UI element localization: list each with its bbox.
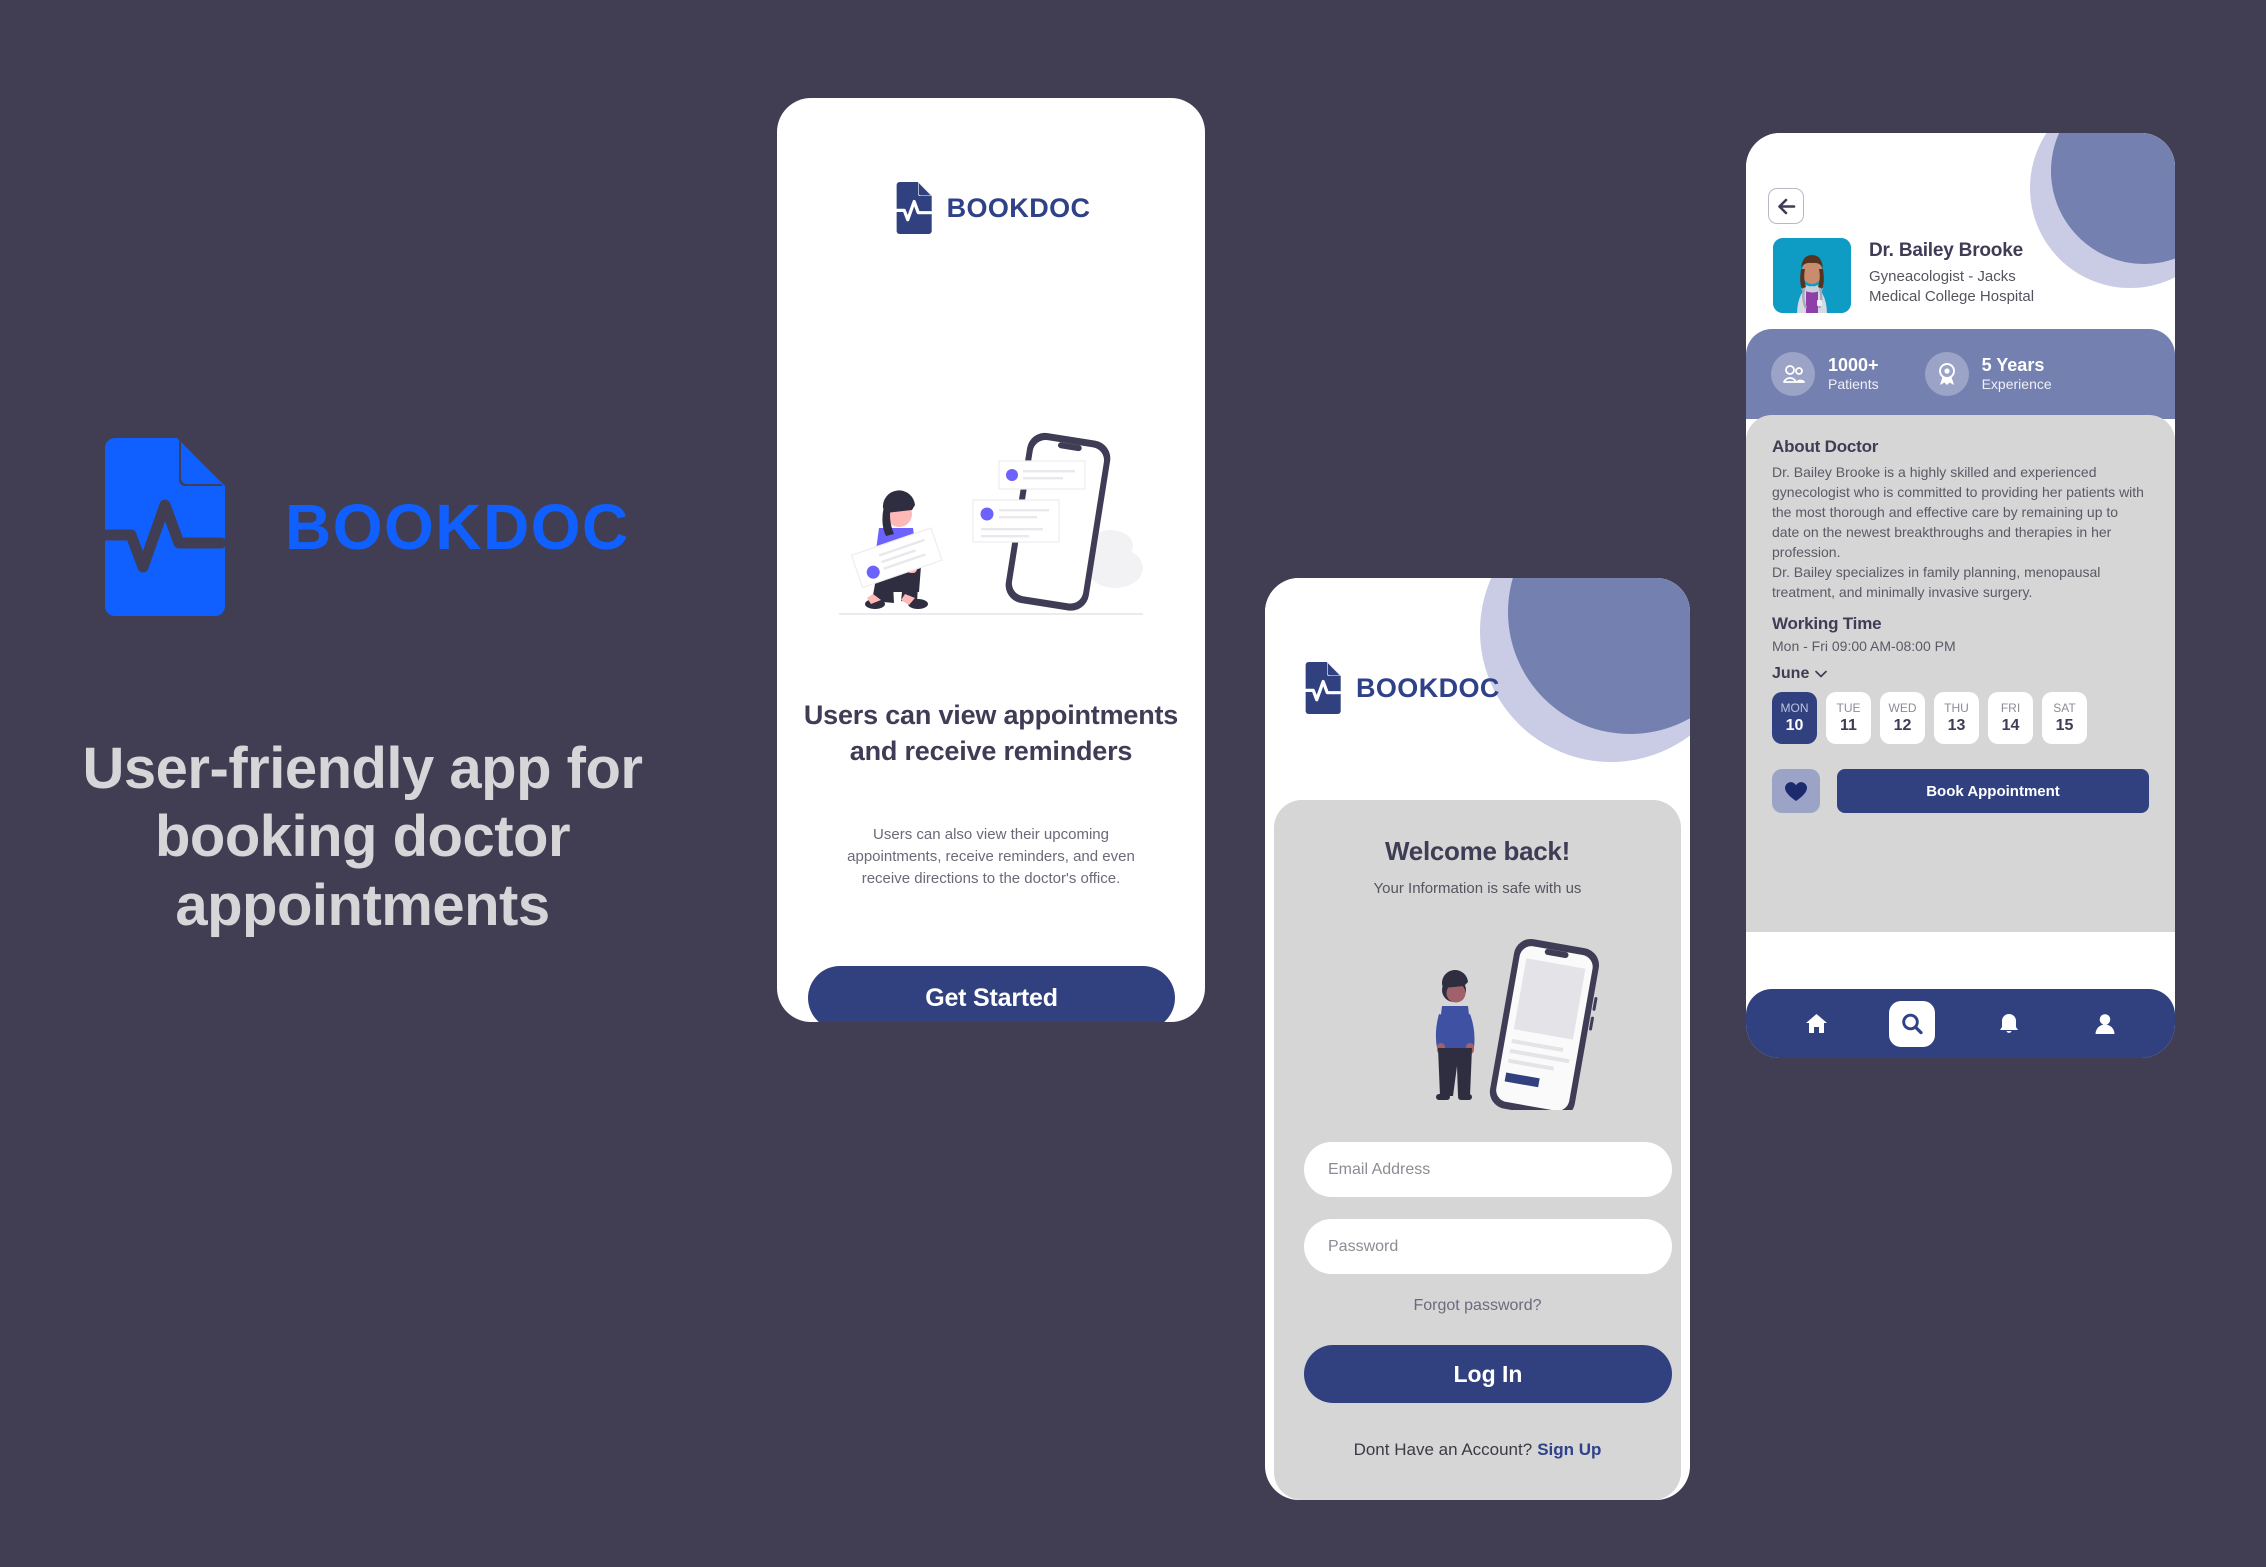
day-option[interactable]: FRI 14 — [1988, 692, 2033, 745]
day-dow: FRI — [2000, 700, 2021, 715]
login-brand: BOOKDOC — [1301, 662, 1500, 714]
stat-patients-label: Patients — [1828, 375, 1879, 392]
day-number: 13 — [1947, 716, 1966, 734]
woman-with-messages-phone-illustration — [839, 432, 1143, 615]
day-number: 11 — [1840, 716, 1857, 734]
day-dow: WED — [1888, 700, 1917, 715]
avatar — [1773, 238, 1851, 313]
chevron-down-icon — [1815, 670, 1828, 678]
doctor-specialty-line1: Gyneacologist - Jacks — [1869, 268, 2016, 285]
login-header: BOOKDOC — [1265, 578, 1690, 833]
brand-name: BOOKDOC — [946, 192, 1091, 223]
doctor-body: About Doctor Dr. Bailey Brooke is a high… — [1746, 415, 2175, 932]
doctor-profile: Dr. Bailey Brooke Gyneacologist - Jacks … — [1773, 238, 2034, 313]
heart-icon — [1785, 781, 1807, 801]
day-dow: SAT — [2053, 700, 2076, 715]
login-screen: BOOKDOC Welcome back! Your Information i… — [1265, 578, 1690, 1500]
bottom-navigation — [1746, 989, 2175, 1058]
doctor-identity: Dr. Bailey Brooke Gyneacologist - Jacks … — [1869, 238, 2034, 313]
day-option[interactable]: WED 12 — [1880, 692, 1925, 745]
doctor-stats-bar: 1000+ Patients 5 Years Experience — [1746, 329, 2175, 419]
bell-icon — [1999, 1013, 2018, 1033]
stat-patients-value: 1000+ — [1828, 355, 1879, 376]
home-icon — [1805, 1013, 1827, 1033]
log-in-button[interactable]: Log In — [1304, 1345, 1672, 1403]
nav-home[interactable] — [1793, 1001, 1839, 1047]
day-number: 10 — [1785, 716, 1804, 734]
month-label: June — [1772, 665, 1810, 683]
book-appointment-button[interactable]: Book Appointment — [1837, 769, 2149, 814]
arrow-left-icon — [1777, 198, 1795, 214]
day-dow: MON — [1780, 700, 1809, 715]
hero-logo: BOOKDOC — [97, 438, 630, 616]
working-time-heading: Working Time — [1772, 614, 1882, 634]
doctor-name: Dr. Bailey Brooke — [1869, 240, 2023, 261]
onboarding-title: Users can view appointments and receive … — [803, 700, 1179, 766]
stat-patients: 1000+ Patients — [1771, 352, 1879, 396]
nav-notifications[interactable] — [1986, 1001, 2032, 1047]
favorite-button[interactable] — [1772, 769, 1820, 814]
get-started-button[interactable]: Get Started — [808, 966, 1175, 1022]
brand-name: BOOKDOC — [1356, 672, 1500, 703]
nav-profile[interactable] — [2082, 1001, 2128, 1047]
doctor-actions: Book Appointment — [1772, 769, 2149, 814]
stat-experience-value: 5 Years — [1981, 355, 2045, 376]
hero-logo-text: BOOKDOC — [285, 491, 630, 563]
man-looking-at-phone-illustration — [1435, 939, 1600, 1110]
login-welcome-title: Welcome back! — [1385, 836, 1570, 866]
onboarding-brand: BOOKDOC — [777, 182, 1205, 234]
day-picker: MON 10 TUE 11 WED 12 THU 13 FRI 14 SAT 1… — [1772, 692, 2149, 745]
doctor-specialty-line2: Medical College Hospital — [1869, 287, 2035, 305]
doctor-header: Dr. Bailey Brooke Gyneacologist - Jacks … — [1746, 133, 2175, 345]
document-pulse-icon — [891, 182, 932, 234]
hero-tagline: User-friendly app for booking doctor app… — [82, 736, 643, 938]
day-number: 15 — [2055, 716, 2074, 734]
about-doctor-paragraph-2: Dr. Bailey specializes in family plannin… — [1772, 564, 2101, 601]
login-welcome-subtitle: Your Information is safe with us — [1373, 880, 1582, 897]
day-option[interactable]: SAT 15 — [2042, 692, 2087, 745]
day-dow: THU — [1944, 700, 1969, 715]
day-number: 14 — [2001, 716, 2020, 734]
back-button[interactable] — [1768, 188, 1804, 224]
onboarding-subtitle: Users can also view their upcoming appoi… — [847, 826, 1135, 887]
password-field[interactable] — [1304, 1219, 1672, 1274]
day-dow: TUE — [1836, 700, 1861, 715]
stat-experience-label: Experience — [1981, 375, 2052, 392]
document-pulse-icon — [97, 438, 225, 616]
nav-search[interactable] — [1889, 1000, 1936, 1047]
stat-experience: 5 Years Experience — [1924, 352, 2052, 396]
person-icon — [2095, 1013, 2115, 1034]
patients-icon — [1771, 352, 1815, 396]
document-pulse-icon — [1301, 662, 1342, 714]
sign-up-link[interactable]: Sign Up — [1537, 1440, 1601, 1459]
day-option[interactable]: MON 10 — [1772, 692, 1817, 745]
about-doctor-heading: About Doctor — [1772, 437, 1879, 456]
about-doctor-paragraph-1: Dr. Bailey Brooke is a highly skilled an… — [1772, 464, 2144, 561]
hero-panel: BOOKDOC User-friendly app for booking do… — [0, 0, 760, 1567]
award-icon — [1924, 352, 1969, 396]
working-time-hours: Mon - Fri 09:00 AM-08:00 PM — [1772, 638, 1956, 655]
email-field[interactable] — [1304, 1142, 1672, 1197]
signup-prompt: Dont Have an Account? — [1353, 1440, 1533, 1459]
onboarding-screen: BOOKDOC Users can view appointments and … — [777, 98, 1205, 1022]
search-icon — [1902, 1013, 1923, 1034]
day-option[interactable]: THU 13 — [1934, 692, 1979, 745]
doctor-detail-screen: Dr. Bailey Brooke Gyneacologist - Jacks … — [1746, 133, 2175, 1058]
login-form-sheet: Welcome back! Your Information is safe w… — [1274, 800, 1681, 1500]
month-selector[interactable]: June — [1772, 665, 1828, 683]
day-number: 12 — [1893, 716, 1912, 734]
forgot-password-link[interactable]: Forgot password? — [1274, 1297, 1681, 1315]
signup-row: Dont Have an Account? Sign Up — [1274, 1440, 1681, 1460]
day-option[interactable]: TUE 11 — [1826, 692, 1871, 745]
